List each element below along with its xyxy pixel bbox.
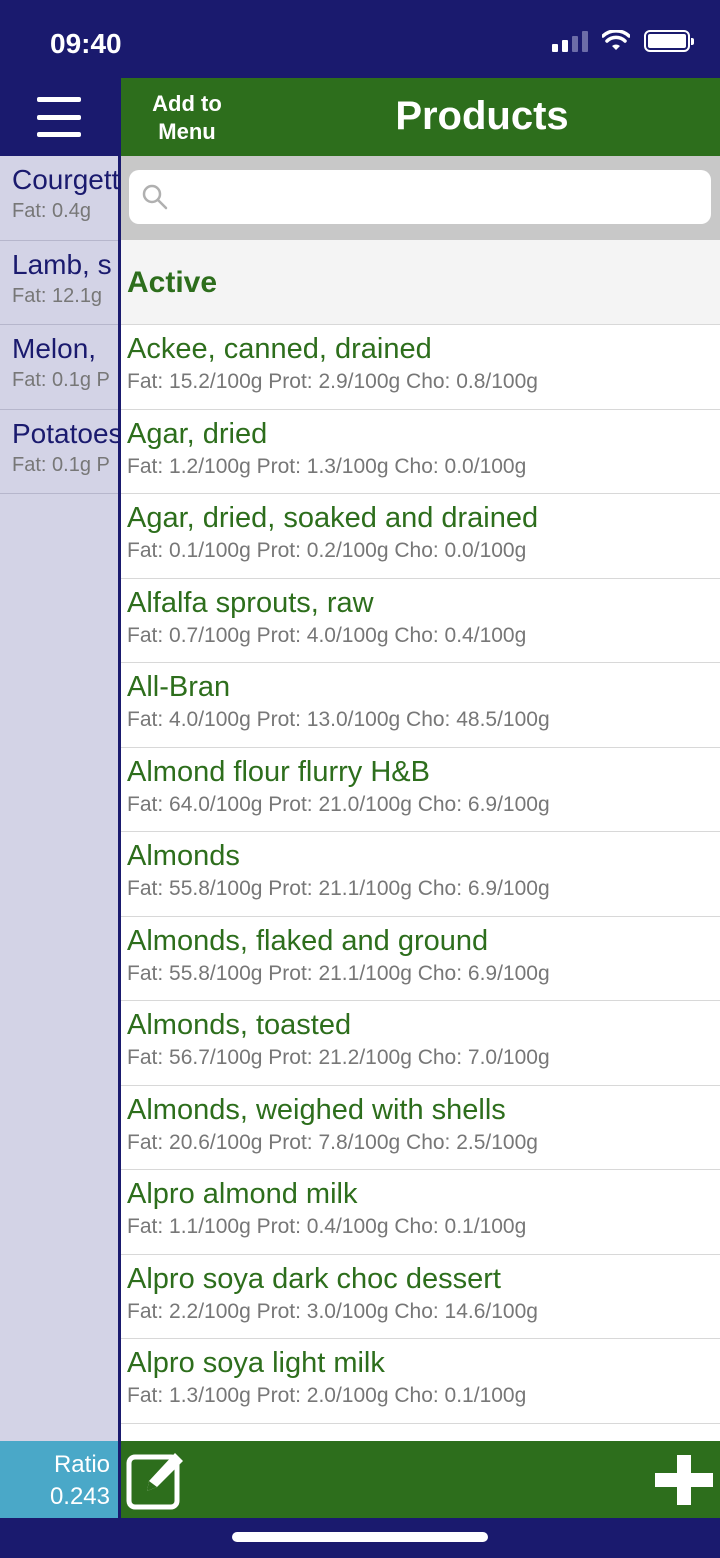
battery-icon (644, 30, 694, 52)
product-name: Alpro soya dark choc dessert (127, 1262, 501, 1295)
product-row[interactable]: Alpro almond milk Fat: 1.1/100g Prot: 0.… (121, 1170, 720, 1255)
product-name: All-Bran (127, 671, 231, 703)
product-row[interactable]: Ackee, canned, drained Fat: 15.2/100g Pr… (121, 325, 720, 410)
product-name: Almonds (127, 840, 240, 872)
search-icon (142, 184, 168, 210)
home-indicator[interactable] (232, 1532, 488, 1542)
product-nutrition: Fat: 0.7/100g Prot: 4.0/100g Cho: 0.4/10… (127, 623, 527, 647)
edit-icon[interactable] (125, 1447, 189, 1511)
product-row[interactable]: Almonds Fat: 55.8/100g Prot: 21.1/100g C… (121, 832, 720, 917)
product-nutrition: Fat: 1.1/100g Prot: 0.4/100g Cho: 0.1/10… (127, 1215, 527, 1238)
product-nutrition: Fat: 15.2/100g Prot: 2.9/100g Cho: 0.8/1… (127, 370, 538, 393)
product-row[interactable]: Almonds, toasted Fat: 56.7/100g Prot: 21… (121, 1001, 720, 1086)
product-row[interactable]: Agar, dried Fat: 1.2/100g Prot: 1.3/100g… (121, 410, 720, 494)
menu-item-info: Fat: 0.1g P (12, 369, 110, 391)
menu-list: Courgette Fat: 0.4g Lamb, s Fat: 12.1g M… (0, 156, 118, 1441)
menu-item[interactable]: Potatoes Fat: 0.1g P (0, 410, 118, 494)
menu-item-name: Potatoes (12, 417, 118, 449)
product-row[interactable]: Alpro soya light milk Fat: 1.3/100g Prot… (121, 1339, 720, 1424)
product-nutrition: Fat: 20.6/100g Prot: 7.8/100g Cho: 2.5/1… (127, 1130, 538, 1154)
product-row[interactable]: Alpro soya dark choc dessert Fat: 2.2/10… (121, 1255, 720, 1339)
product-nutrition: Fat: 55.8/100g Prot: 21.1/100g Cho: 6.9/… (127, 877, 550, 900)
menu-item-info: Fat: 12.1g (12, 284, 103, 307)
status-bar: 09:40 (0, 0, 720, 78)
product-nutrition: Fat: 1.2/100g Prot: 1.3/100g Cho: 0.0/10… (127, 454, 527, 478)
ratio-display: Ratio 0.243 (0, 1441, 118, 1518)
page-title: Products (395, 94, 569, 138)
add-product-icon[interactable] (655, 1455, 713, 1505)
ratio-value: 0.243 (49, 1483, 110, 1510)
cellular-signal-icon (552, 30, 588, 52)
menu-item[interactable]: Melon, Fat: 0.1g P (0, 325, 118, 410)
search-field[interactable] (129, 170, 711, 224)
product-name: Alfalfa sprouts, raw (127, 586, 374, 619)
menu-item-name: Melon, (12, 333, 97, 364)
hamburger-menu-icon[interactable] (37, 97, 81, 137)
product-name: Almonds, weighed with shells (127, 1093, 506, 1126)
product-row[interactable]: Almonds, flaked and ground Fat: 55.8/100… (121, 917, 720, 1001)
search-input[interactable] (179, 183, 711, 211)
product-name: Alpro almond milk (127, 1178, 358, 1210)
product-row[interactable]: Almond flour flurry H&B Fat: 64.0/100g P… (121, 748, 720, 832)
product-name: Agar, dried, soaked and drained (127, 502, 539, 534)
product-nutrition: Fat: 1.3/100g Prot: 2.0/100g Cho: 0.1/10… (127, 1384, 527, 1407)
products-panel: Add to Menu Products Active Ackee, canne… (118, 78, 720, 1518)
menu-item-name: Lamb, s (12, 248, 112, 280)
product-row[interactable]: Agar, dried, soaked and drained Fat: 0.1… (121, 494, 720, 579)
status-icons (552, 30, 694, 52)
product-nutrition: Fat: 4.0/100g Prot: 13.0/100g Cho: 48.5/… (127, 708, 550, 731)
product-row[interactable]: Alfalfa sprouts, raw Fat: 0.7/100g Prot:… (121, 579, 720, 663)
product-name: Almond flour flurry H&B (127, 755, 430, 788)
product-name: Ackee, canned, drained (127, 333, 432, 365)
product-name: Almonds, flaked and ground (127, 924, 489, 957)
product-nutrition: Fat: 0.1/100g Prot: 0.2/100g Cho: 0.0/10… (127, 539, 527, 562)
wifi-icon (602, 30, 630, 50)
product-name: Agar, dried (127, 417, 268, 450)
menu-item-info: Fat: 0.4g (12, 200, 91, 222)
menu-item[interactable]: Courgette Fat: 0.4g (0, 156, 118, 241)
menu-item-info: Fat: 0.1g P (12, 453, 110, 476)
menu-item-name: Courgette (12, 164, 118, 195)
section-header-active: Active (121, 240, 720, 325)
left-header (0, 78, 118, 156)
product-row[interactable]: Almonds, weighed with shells Fat: 20.6/1… (121, 1086, 720, 1170)
search-bar (121, 156, 720, 240)
menu-item[interactable]: Lamb, s Fat: 12.1g (0, 241, 118, 325)
product-row[interactable]: All-Bran Fat: 4.0/100g Prot: 13.0/100g C… (121, 663, 720, 748)
product-list: Ackee, canned, drained Fat: 15.2/100g Pr… (121, 325, 720, 1441)
ratio-label: Ratio (53, 1451, 110, 1478)
bottom-toolbar (121, 1441, 720, 1518)
home-indicator-area (0, 1518, 720, 1558)
product-nutrition: Fat: 64.0/100g Prot: 21.0/100g Cho: 6.9/… (127, 792, 550, 816)
product-nutrition: Fat: 55.8/100g Prot: 21.1/100g Cho: 6.9/… (127, 961, 550, 985)
product-nutrition: Fat: 2.2/100g Prot: 3.0/100g Cho: 14.6/1… (127, 1299, 538, 1323)
product-nutrition: Fat: 56.7/100g Prot: 21.2/100g Cho: 7.0/… (127, 1046, 550, 1069)
status-time: 09:40 (50, 28, 122, 59)
product-name: Almonds, toasted (127, 1009, 352, 1041)
product-name: Alpro soya light milk (127, 1347, 385, 1379)
nav-bar: Add to Menu Products (121, 78, 720, 156)
